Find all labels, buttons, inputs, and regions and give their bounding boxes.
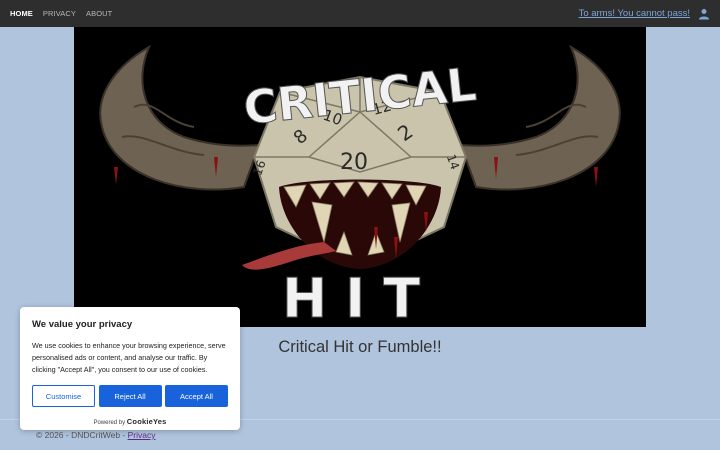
nav-privacy-link[interactable]: PRIVACY bbox=[43, 9, 76, 18]
footer-privacy-link[interactable]: Privacy bbox=[128, 430, 156, 440]
logo-word-hit: HIT bbox=[282, 267, 438, 327]
reject-all-button[interactable]: Reject All bbox=[98, 385, 162, 407]
nav-user-area: To arms! You cannot pass! bbox=[579, 0, 710, 27]
die-number-20: 20 bbox=[340, 150, 368, 175]
cookie-description: We use cookies to enhance your browsing … bbox=[32, 341, 226, 374]
cookie-consent-banner: We value your privacy We use cookies to … bbox=[20, 307, 240, 430]
footer-copyright: © 2026 - DNDCritWeb - bbox=[36, 430, 128, 440]
customise-button[interactable]: Customise bbox=[32, 385, 95, 407]
cookieyes-logo[interactable]: CookieYes bbox=[127, 417, 167, 426]
login-link[interactable]: To arms! You cannot pass! bbox=[579, 8, 690, 19]
user-icon[interactable] bbox=[698, 8, 710, 20]
cookie-title: We value your privacy bbox=[32, 319, 133, 330]
footer: © 2026 - DNDCritWeb - Privacy bbox=[36, 430, 155, 440]
top-navbar: HOME PRIVACY ABOUT To arms! You cannot p… bbox=[0, 0, 720, 27]
critical-hit-logo: 10 12 8 2 16 20 14 CRITICAL HIT bbox=[74, 27, 646, 327]
powered-by-label: Powered by bbox=[93, 420, 126, 426]
cookie-buttons: Customise Reject All Accept All bbox=[32, 385, 228, 407]
hero-image: 10 12 8 2 16 20 14 CRITICAL HIT bbox=[74, 27, 646, 327]
nav-about-link[interactable]: ABOUT bbox=[86, 9, 112, 18]
powered-by: Powered by CookieYes bbox=[32, 417, 228, 426]
nav-home-link[interactable]: HOME bbox=[10, 9, 33, 18]
accept-all-button[interactable]: Accept All bbox=[165, 385, 228, 407]
